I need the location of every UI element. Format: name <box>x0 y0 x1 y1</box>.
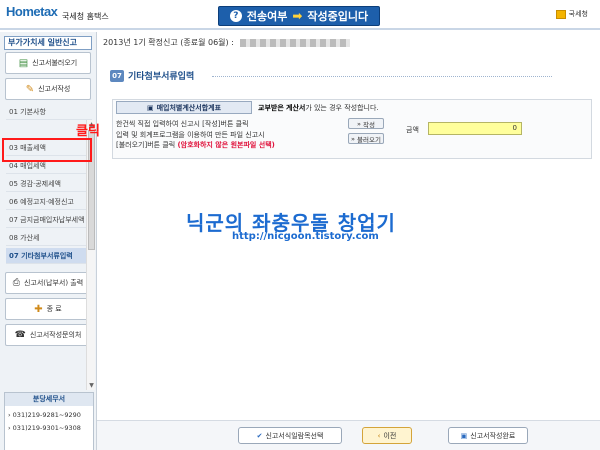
inquiry-button[interactable]: ☎ 신고서작성문의처 <box>5 324 91 346</box>
instruction-line-1: 한건씩 직접 입력하여 신고시 [작성]버튼 클릭 <box>116 120 249 128</box>
doc-title-text: 매입처별계산서합계표 <box>156 103 222 112</box>
sidebar-item-prelim[interactable]: 06 예정고지·예정신고 <box>6 194 92 210</box>
org-badge: 국세청 <box>555 9 588 19</box>
exit-icon: ✚ <box>34 303 43 315</box>
printer-icon: ⎙ <box>12 278 20 288</box>
sidebar-item-basic[interactable]: 01 기본사항 <box>6 104 92 120</box>
inquiry-label: 신고서작성문의처 <box>29 331 82 339</box>
write-button[interactable]: » 작성 <box>348 118 384 129</box>
check-icon: ✔ <box>256 431 263 440</box>
click-highlight-box <box>2 138 92 162</box>
sidebar-title: 부가가치세 일반신고 <box>4 36 92 50</box>
sidebar: 부가가치세 일반신고 ▤ 신고서불러오기 ✎ 신고서작성 01 기본사항 03 … <box>0 32 97 450</box>
watermark-url: http://nicgoon.tistory.com <box>232 231 379 242</box>
report-period-text: 2013년 1기 확정신고 (종료월 06월) : <box>103 38 234 47</box>
print-report-button[interactable]: ⎙ 신고서(납부서) 출력 <box>5 272 91 294</box>
load-file-button[interactable]: » 불러오기 <box>348 133 384 144</box>
section-number: 07 <box>110 69 124 82</box>
top-bar: Hometax 국세청 홈택스 ? 전송여부 ➡ 작성중입니다 국세청 <box>0 0 600 30</box>
phone-icon: ☎ <box>14 330 26 340</box>
report-period-line: 2013년 1기 확정신고 (종료월 06월) : <box>103 37 593 49</box>
exit-label: 종 료 <box>46 305 62 313</box>
double-arrow-icon: » <box>351 134 356 143</box>
sidebar-item-attachments[interactable]: 07 기타첨부서류입력 <box>6 248 92 264</box>
doc-icon: ▣ <box>146 103 154 112</box>
blurred-info <box>240 38 351 47</box>
tax-office-phone-1: › 031)219-9281~9290 <box>8 411 81 419</box>
chevron-left-icon: ‹ <box>377 431 381 440</box>
logo-text: Hometax <box>6 4 58 19</box>
sidebar-item-gold[interactable]: 07 금지금매입자납부세액 <box>6 212 92 228</box>
instruction-line-2: 입력 및 회계프로그램을 이용하여 만든 파일 신고시 <box>116 131 265 139</box>
complete-button[interactable]: ▣ 신고서작성완료 <box>448 427 528 444</box>
load-report-button[interactable]: ▤ 신고서불러오기 <box>5 52 91 74</box>
prev-button[interactable]: ‹ 이전 <box>362 427 412 444</box>
status-text: 작성중입니다 <box>307 10 369 23</box>
org-name: 국세청 <box>568 10 588 18</box>
done-icon: ▣ <box>460 431 468 440</box>
print-report-label: 신고서(납부서) 출력 <box>23 279 84 287</box>
doc-description: 교부받은 계산서가 있는 경우 작성합니다. <box>258 104 379 112</box>
amount-field[interactable]: 0 <box>428 122 522 135</box>
hometax-logo[interactable]: Hometax <box>6 4 62 26</box>
load-report-label: 신고서불러오기 <box>32 59 78 67</box>
click-annotation: 클릭 <box>76 124 100 139</box>
document-icon: ▤ <box>18 57 29 69</box>
write-report-button[interactable]: ✎ 신고서작성 <box>5 78 91 100</box>
section-title-text: 기타첨부서류입력 <box>128 72 195 82</box>
status-banner: ? 전송여부 ➡ 작성중입니다 <box>218 6 380 26</box>
pencil-icon: ✎ <box>25 83 35 95</box>
org-logo-icon <box>555 9 566 19</box>
tax-office-phone-2: › 031)219-9301~9308 <box>8 424 81 432</box>
doc-title-badge: ▣ 매입처별계산서합계표 <box>116 101 252 114</box>
sidebar-item-deduction[interactable]: 05 경감·공제세액 <box>6 176 92 192</box>
form-select-button[interactable]: ✔ 신고서식일람목선택 <box>238 427 342 444</box>
section-divider <box>212 76 552 77</box>
status-prefix: 전송여부 <box>246 10 288 23</box>
exit-button[interactable]: ✚ 종 료 <box>5 298 91 320</box>
sidebar-item-penalty[interactable]: 08 가산세 <box>6 230 92 246</box>
section-title: 07 기타첨부서류입력 <box>110 68 194 83</box>
arrow-right-icon: ➡ <box>292 9 303 23</box>
scroll-down-icon[interactable]: ▼ <box>87 381 96 390</box>
write-report-label: 신고서작성 <box>38 85 71 93</box>
site-name: 국세청 홈택스 <box>62 12 109 21</box>
question-icon: ? <box>229 10 242 22</box>
amount-label: 금액 <box>406 126 419 134</box>
tax-office-box: 분당세무서 › 031)219-9281~9290 › 031)219-9301… <box>4 392 94 450</box>
instruction-line-3: [불러오기]버튼 클릭 (암호화하지 않은 원본파일 선택) <box>116 141 275 149</box>
double-arrow-icon: » <box>357 119 361 128</box>
tax-office-title: 분당세무서 <box>5 393 93 406</box>
